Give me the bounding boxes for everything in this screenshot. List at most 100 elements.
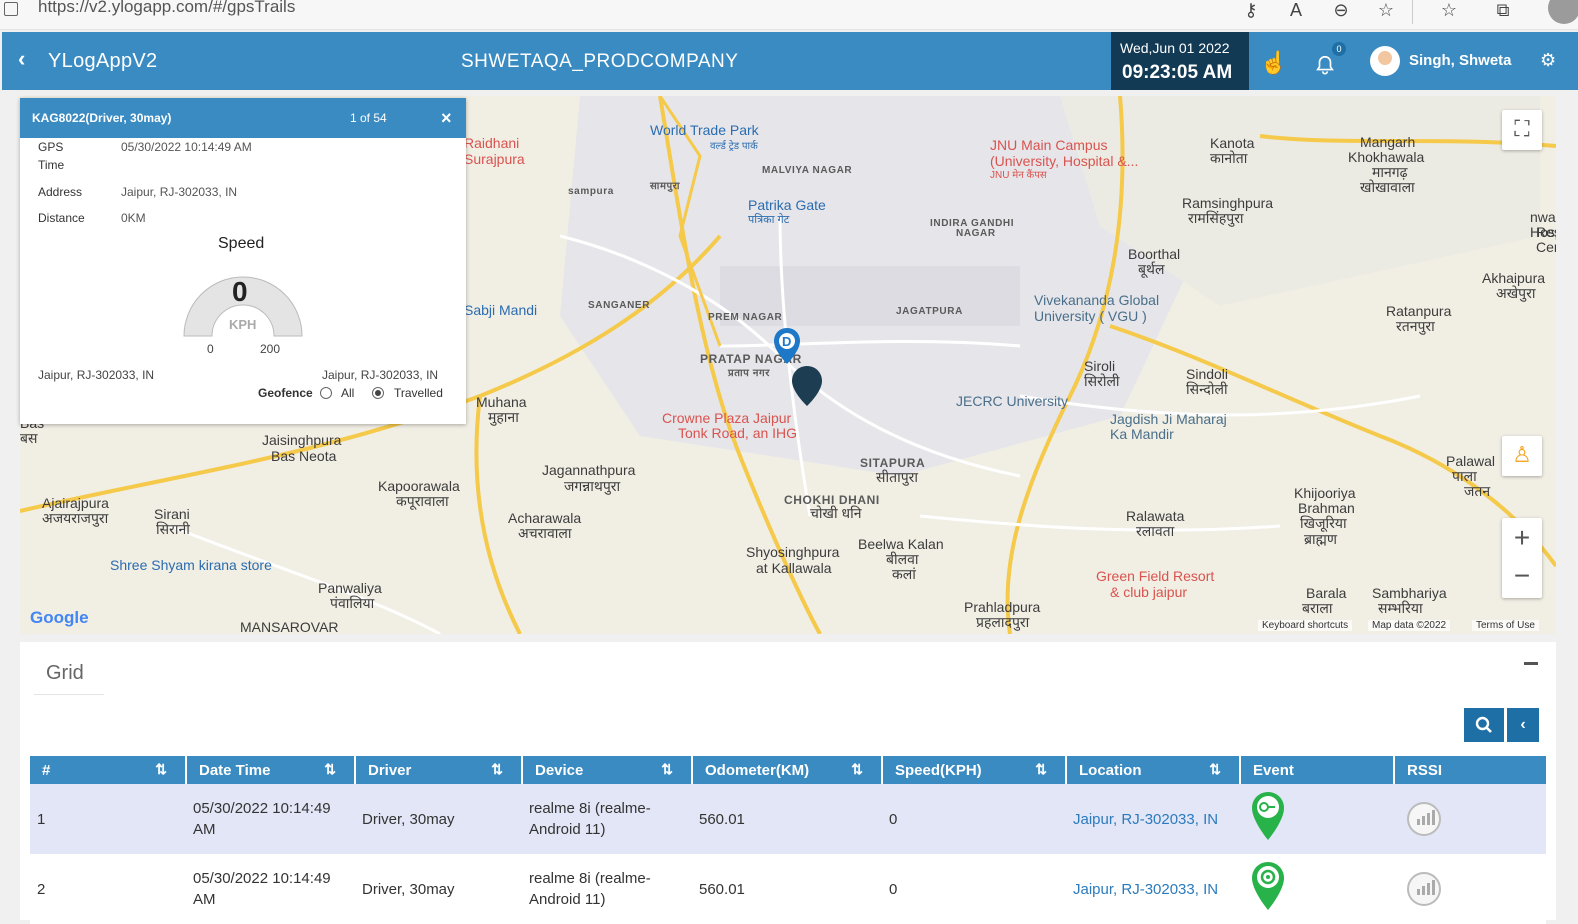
fullscreen-icon[interactable]: ⛶ [1502,110,1542,150]
column-label: Speed(KPH) [895,761,982,779]
map-label: Khijooriya [1294,485,1356,501]
cell-driver: Driver, 30may [355,854,522,924]
map-label: SANGANER [588,300,651,311]
ignition-key-event-icon[interactable] [1251,791,1285,841]
column-header-odometer[interactable]: Odometer(KM) ⇅ [692,756,883,784]
url-text[interactable]: https://v2.ylogapp.com/#/gpsTrails [38,0,295,17]
map-label: World Trade Park [650,122,759,138]
toggle-columns-button[interactable]: ‹ [1507,708,1539,742]
add-favorite-icon[interactable]: ☆ [1373,0,1399,22]
column-header-datetime[interactable]: Date Time ⇅ [186,756,356,784]
read-aloud-icon[interactable]: A [1283,0,1309,22]
map-label: सीतापुरा [876,469,918,485]
gps-time-label-2: Time [38,158,65,172]
zoom-in-button[interactable]: + [1502,518,1542,558]
distance-label: Distance [38,211,85,225]
cell-odometer: 560.01 [692,854,882,924]
map-label: Beelwa Kalan [858,536,944,552]
map-label: JNU Main Campus [990,137,1108,153]
cell-driver: Driver, 30may [355,784,522,854]
user-name[interactable]: Singh, Shweta [1409,52,1512,69]
map-label: रतनपुरा [1396,318,1435,334]
notification-bell-icon[interactable] [1314,54,1336,76]
cell-location-link[interactable]: Jaipur, RJ-302033, IN [1066,784,1240,854]
sort-icon[interactable]: ⇅ [1035,761,1047,778]
geofence-travelled-radio[interactable] [372,387,384,399]
back-chevron-icon[interactable]: ‹ [18,46,25,72]
map-label: सम्भरिया [1378,600,1423,616]
column-label: RSSI [1407,761,1443,779]
map-label: & club jaipur [1110,584,1188,600]
browser-profile-avatar[interactable] [1548,0,1578,24]
geofence-all-label[interactable]: All [341,386,354,400]
cell-rssi [1394,784,1546,854]
column-label: Date Time [199,761,271,779]
map-label: रलावता [1136,523,1175,539]
terms-of-use-link[interactable]: Terms of Use [1472,620,1539,631]
map-label: MALVIYA NAGAR [762,165,853,176]
cell-device: realme 8i (realme- Android 11) [522,854,692,924]
user-avatar[interactable] [1370,46,1400,76]
map-label: Khokhawala [1348,149,1425,165]
device-line: realme 8i (realme- [529,870,651,887]
sort-icon[interactable]: ⇅ [851,761,863,778]
map-label: Sabji Mandi [464,302,538,318]
touch-hand-icon[interactable]: ☝ [1260,50,1287,76]
zoom-out-button[interactable]: − [1502,558,1542,594]
column-header-speed[interactable]: Speed(KPH) ⇅ [882,756,1067,784]
settings-gear-icon[interactable]: ⚙ [1540,50,1556,71]
collapse-panel-button[interactable] [1524,662,1538,665]
column-header-driver[interactable]: Driver ⇅ [355,756,523,784]
route-start-marker-icon[interactable]: D [772,326,802,366]
key-icon[interactable]: ⚷ [1238,0,1264,22]
route-marker-label: D [782,334,791,349]
record-counter: 1 of 54 [350,111,387,125]
map-label: बस [20,430,38,446]
zoom-out-icon[interactable]: ⊖ [1328,0,1354,22]
map-label: Ramsinghpura [1182,195,1274,211]
column-header-device[interactable]: Device ⇅ [522,756,693,784]
sort-icon[interactable]: ⇅ [324,761,336,778]
datetime-line: AM [193,891,216,908]
keyboard-shortcuts-link[interactable]: Keyboard shortcuts [1258,620,1353,631]
map-label: Bas Neota [271,448,337,464]
column-label: Odometer(KM) [705,761,810,779]
column-header-rssi: RSSI [1394,756,1546,784]
table-row[interactable]: 2 05/30/2022 10:14:49 AM Driver, 30may re… [30,854,1546,924]
map-label: पत्रिका गेट [748,214,790,226]
sort-icon[interactable]: ⇅ [661,761,673,778]
search-button[interactable] [1464,708,1504,742]
table-row[interactable]: 1 05/30/2022 10:14:49 AM Driver, 30may re… [30,784,1546,854]
column-label: # [42,761,51,779]
cell-location-link[interactable]: Jaipur, RJ-302033, IN [1066,854,1240,924]
current-position-marker-icon[interactable] [790,364,824,408]
column-header-number[interactable]: # ⇅ [30,756,187,784]
device-line: Android 11) [529,821,606,838]
column-label: Device [535,761,584,779]
geofence-travelled-label[interactable]: Travelled [394,386,443,400]
page-info-icon[interactable] [4,2,18,16]
sort-icon[interactable]: ⇅ [1209,761,1221,778]
map-label: कपूरावाला [396,493,449,509]
cell-datetime: 05/30/2022 10:14:49 AM [186,784,355,854]
gps-trail-table: # ⇅ Date Time ⇅ Driver ⇅ Device ⇅ Odometer(K… [30,756,1546,924]
map-label: sampura [568,186,614,197]
sort-icon[interactable]: ⇅ [155,761,167,778]
map-label: MANSAROVAR [240,619,339,635]
map-label: Kanota [1210,135,1255,151]
map-label: Ajairajpura [42,495,109,511]
map-label: बराला [1302,600,1333,616]
close-popup-button[interactable]: × [441,108,452,129]
location-event-icon[interactable] [1251,861,1285,911]
column-header-location[interactable]: Location ⇅ [1066,756,1241,784]
popup-header: KAG8022(Driver, 30may) 1 of 54 × [20,98,466,138]
collections-icon[interactable]: ⧉ [1490,0,1516,22]
sort-icon[interactable]: ⇅ [491,761,503,778]
geofence-all-radio[interactable] [320,387,332,399]
grid-title: Grid [46,662,84,684]
favorites-icon[interactable]: ☆ [1436,0,1462,22]
street-view-pegman-icon[interactable]: ♙ [1502,436,1542,476]
datetime-display: Wed,Jun 01 2022 09:23:05 AM [1111,32,1249,90]
column-label: Event [1253,761,1294,779]
cell-speed: 0 [882,854,1066,924]
